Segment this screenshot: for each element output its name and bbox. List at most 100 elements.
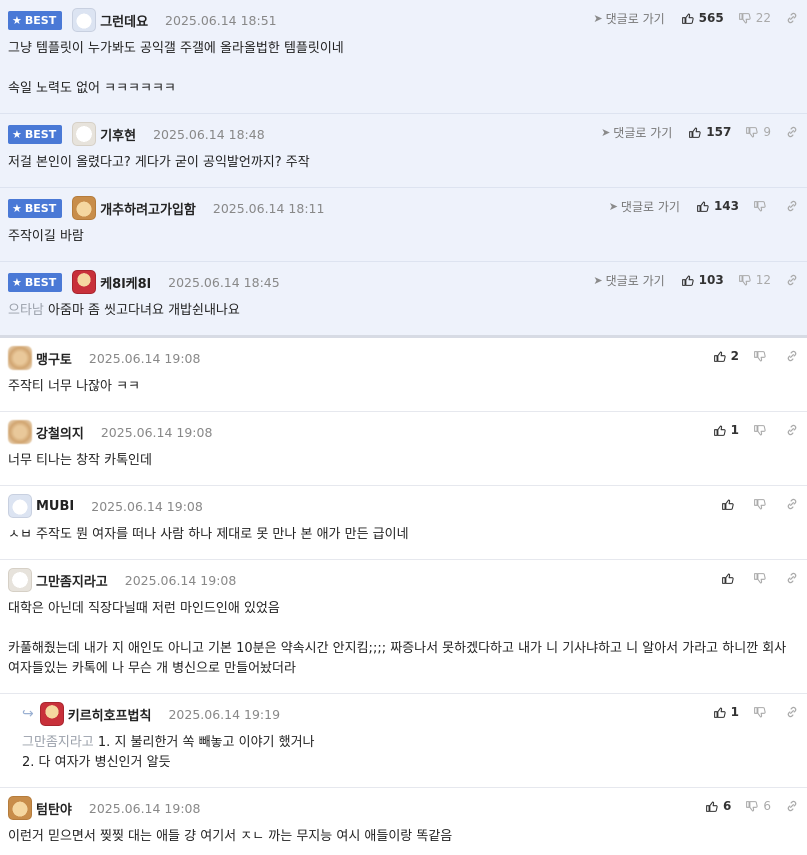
thumbs-up-icon — [706, 801, 718, 812]
mention[interactable]: 으타남 — [8, 303, 44, 318]
link-icon[interactable] — [785, 423, 799, 437]
link-icon[interactable] — [785, 11, 799, 25]
upvote-button[interactable]: 2 — [713, 349, 739, 363]
nickname[interactable]: 기후현 — [100, 125, 136, 144]
reply-link-label: 댓글로 가기 — [605, 273, 665, 288]
upvote-count: 6 — [723, 799, 732, 813]
avatar[interactable] — [8, 796, 32, 820]
avatar[interactable] — [8, 494, 32, 518]
downvote-button[interactable] — [753, 350, 771, 363]
timestamp: 2025.06.14 18:51 — [165, 12, 277, 28]
upvote-count: 1 — [730, 705, 739, 719]
downvote-button[interactable] — [753, 424, 771, 437]
comment-actions: ➤ 댓글로 가기 143 — [609, 198, 799, 214]
upvote-count: 565 — [698, 11, 724, 25]
best-label: BEST — [24, 127, 57, 141]
avatar[interactable] — [8, 420, 32, 444]
comment-actions: ➤ 댓글로 가기 103 12 — [593, 272, 799, 288]
mention[interactable]: 그만좀지라고 — [22, 735, 94, 750]
comment-item: ★ BEST 개추하려고가입함 2025.06.14 18:11 ➤ 댓글로 가기 … — [0, 188, 807, 262]
comment-list: ★ BEST 그런데요 2025.06.14 18:51 ➤ 댓글로 가기 565 … — [0, 0, 807, 855]
downvote-button[interactable]: 6 — [745, 799, 771, 813]
comment-actions — [721, 570, 799, 586]
nickname[interactable]: 강철의지 — [36, 423, 84, 442]
avatar[interactable] — [72, 196, 97, 220]
best-badge: ★ BEST — [8, 124, 63, 144]
send-icon: ➤ — [593, 273, 603, 287]
link-icon[interactable] — [785, 799, 799, 813]
nickname[interactable]: 맹구토 — [36, 349, 72, 368]
nickname[interactable]: 그만좀지라고 — [36, 571, 108, 590]
reply-link[interactable]: ➤ 댓글로 가기 — [601, 124, 672, 141]
thumbs-up-icon — [713, 425, 726, 436]
thumbs-up-icon — [697, 201, 709, 212]
best-badge: ★ BEST — [8, 198, 63, 218]
link-icon[interactable] — [785, 349, 799, 363]
thumbs-down-icon — [754, 200, 766, 211]
comment-actions: 1 — [713, 704, 799, 720]
thumbs-up-icon — [722, 499, 734, 510]
downvote-button[interactable]: 9 — [745, 125, 771, 139]
upvote-button[interactable]: 157 — [688, 125, 731, 139]
upvote-button[interactable] — [721, 572, 739, 585]
downvote-button[interactable]: 22 — [738, 11, 771, 25]
reply-link[interactable]: ➤ 댓글로 가기 — [593, 272, 664, 289]
comment-header: MUBI 2025.06.14 19:08 — [8, 494, 799, 518]
link-icon[interactable] — [785, 199, 799, 213]
avatar[interactable] — [8, 568, 32, 592]
comment-body: 으타남 아줌마 좀 씻고다녀요 개밥쉰내나요 — [8, 292, 799, 335]
downvote-count: 9 — [763, 125, 771, 139]
link-icon[interactable] — [785, 273, 799, 287]
comment-item: ★ BEST 그런데요 2025.06.14 18:51 ➤ 댓글로 가기 565 … — [0, 0, 807, 114]
thumbs-down-icon — [754, 350, 766, 361]
downvote-button[interactable] — [753, 572, 771, 585]
reply-link[interactable]: ➤ 댓글로 가기 — [609, 198, 680, 215]
upvote-button[interactable]: 103 — [681, 273, 724, 287]
avatar[interactable] — [72, 122, 97, 146]
downvote-button[interactable] — [753, 200, 771, 213]
downvote-count: 6 — [763, 799, 771, 813]
nickname[interactable]: 케8l케8l — [100, 273, 151, 292]
link-icon[interactable] — [785, 705, 799, 719]
upvote-button[interactable]: 565 — [681, 11, 724, 25]
comment-item: ★ BEST 기후현 2025.06.14 18:48 ➤ 댓글로 가기 157 9… — [0, 114, 807, 188]
avatar[interactable] — [8, 346, 32, 370]
comment-item: 강철의지 2025.06.14 19:08 1 너무 티나는 창작 카톡인데 — [0, 412, 807, 486]
star-icon: ★ — [12, 201, 22, 215]
reply-link[interactable]: ➤ 댓글로 가기 — [593, 10, 664, 27]
thumbs-up-icon — [681, 275, 694, 286]
nickname[interactable]: 개추하려고가입함 — [100, 199, 196, 218]
nickname[interactable]: 텀탄야 — [36, 799, 72, 818]
comment-body: 이런거 믿으면서 찢찢 대는 애들 걍 여기서 ㅈㄴ 까는 무지능 여시 애들이… — [8, 829, 453, 844]
star-icon: ★ — [12, 13, 22, 27]
downvote-button[interactable]: 12 — [738, 273, 771, 287]
link-icon[interactable] — [785, 497, 799, 511]
downvote-count: 12 — [755, 273, 771, 287]
thumbs-down-icon — [754, 498, 766, 509]
avatar[interactable] — [72, 8, 97, 32]
upvote-button[interactable]: 1 — [713, 423, 739, 437]
avatar[interactable] — [72, 270, 97, 294]
link-icon[interactable] — [785, 571, 799, 585]
nickname[interactable]: 그런데요 — [100, 11, 148, 30]
comment-item: MUBI 2025.06.14 19:08 ㅅㅂ 주작도 뭔 여자를 떠나 사람… — [0, 486, 807, 560]
thumbs-down-icon — [754, 424, 766, 435]
upvote-count: 143 — [713, 199, 739, 213]
nickname[interactable]: 키르히호프법칙 — [68, 705, 152, 724]
thumbs-down-icon — [754, 706, 766, 717]
upvote-button[interactable]: 1 — [713, 705, 739, 719]
upvote-button[interactable]: 143 — [696, 199, 739, 213]
link-icon[interactable] — [785, 125, 799, 139]
upvote-button[interactable] — [721, 498, 739, 511]
upvote-button[interactable]: 6 — [705, 799, 731, 813]
star-icon: ★ — [12, 275, 22, 289]
timestamp: 2025.06.14 19:08 — [88, 800, 201, 816]
nickname[interactable]: MUBI — [36, 499, 74, 514]
comment-body: 주작이길 바람 — [8, 229, 84, 244]
downvote-button[interactable] — [753, 706, 771, 719]
downvote-button[interactable] — [753, 498, 771, 511]
reply-link-label: 댓글로 가기 — [605, 11, 665, 26]
avatar[interactable] — [39, 702, 64, 726]
timestamp: 2025.06.14 19:08 — [100, 424, 213, 440]
send-icon: ➤ — [593, 11, 603, 25]
